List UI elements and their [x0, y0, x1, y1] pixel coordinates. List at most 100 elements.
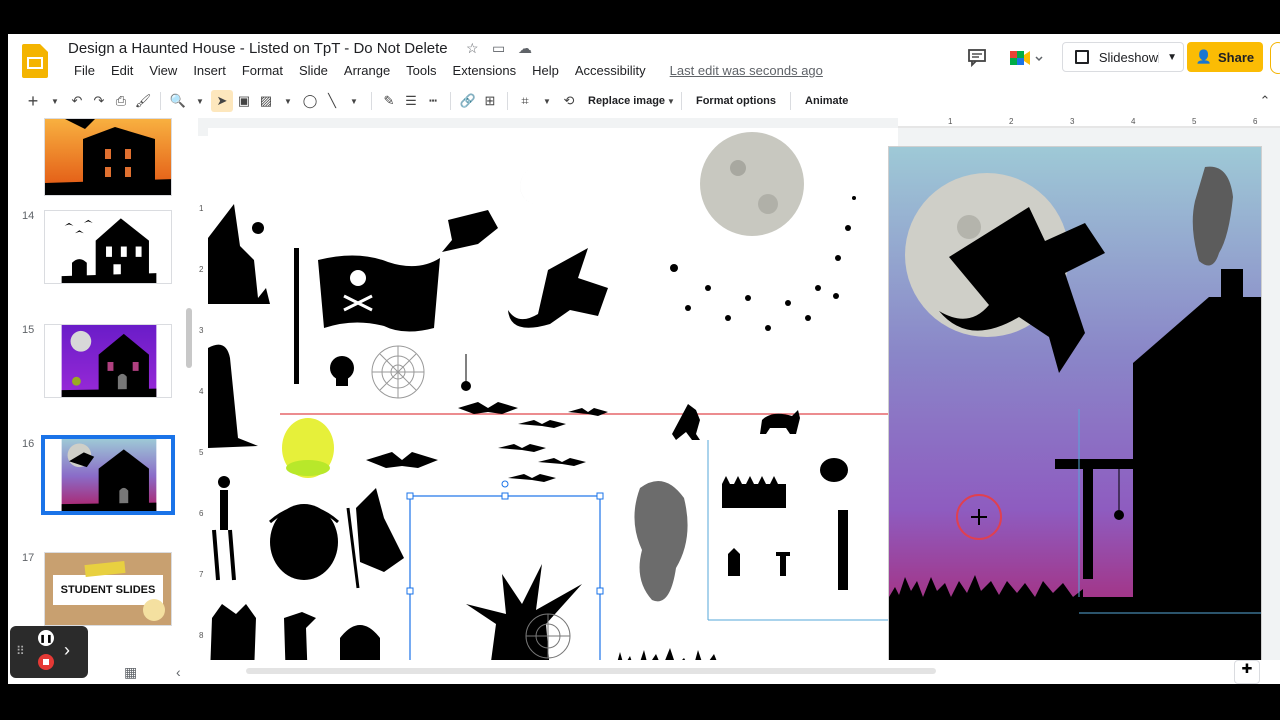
pirate-flag-silhouette[interactable]: [318, 255, 440, 332]
menu-format[interactable]: Format: [234, 64, 291, 78]
pole-silhouette[interactable]: [294, 248, 299, 384]
smoke-image[interactable]: [1192, 166, 1233, 266]
smoke-image[interactable]: [634, 480, 688, 602]
slide-thumbnail[interactable]: [44, 324, 172, 398]
cauldron-silhouette[interactable]: [269, 504, 339, 580]
undo-icon[interactable]: ↶: [66, 90, 88, 112]
print-icon[interactable]: ⎙: [110, 90, 132, 112]
wolf-silhouette[interactable]: [672, 404, 700, 440]
menu-accessibility[interactable]: Accessibility: [567, 64, 654, 78]
crop-dropdown-icon[interactable]: ▼: [536, 90, 558, 112]
pause-icon[interactable]: ❚❚: [38, 630, 54, 646]
image-dropdown-icon[interactable]: ▼: [277, 90, 299, 112]
border-dash-icon[interactable]: ┅: [422, 90, 444, 112]
spider-silhouette[interactable]: [1114, 469, 1124, 520]
link-icon[interactable]: 🔗: [457, 90, 479, 112]
vertical-ruler[interactable]: 1 2 3 4 5 6 7 8: [198, 136, 208, 684]
replace-image-chevron-icon[interactable]: ▼: [667, 97, 675, 106]
menu-arrange[interactable]: Arrange: [336, 64, 398, 78]
collapse-filmstrip-icon[interactable]: ‹: [176, 664, 181, 680]
redo-icon[interactable]: ↷: [88, 90, 110, 112]
resize-handle[interactable]: [501, 492, 509, 500]
witch-on-broom-silhouette[interactable]: [442, 168, 545, 252]
witch-silhouette[interactable]: [208, 204, 270, 304]
chevron-down-icon[interactable]: ▼: [1158, 51, 1177, 63]
fence-silhouette[interactable]: [722, 476, 786, 508]
cauldron-bubbles[interactable]: [282, 418, 334, 478]
image-icon[interactable]: ▨: [255, 90, 277, 112]
menu-slide[interactable]: Slide: [291, 64, 336, 78]
spiderweb-silhouette[interactable]: [371, 345, 425, 399]
spooky-tree-silhouette[interactable]: [406, 480, 604, 684]
resize-handle[interactable]: [406, 492, 414, 500]
stop-icon[interactable]: [38, 654, 54, 670]
pumpkin-silhouette[interactable]: [820, 458, 848, 482]
last-edit-link[interactable]: Last edit was seconds ago: [662, 64, 831, 78]
expand-arrow-icon[interactable]: ›: [64, 640, 70, 661]
horizontal-scrollbar[interactable]: [246, 668, 936, 674]
animate-button[interactable]: Animate: [797, 95, 856, 107]
slide-thumbnail-selected[interactable]: [41, 435, 175, 515]
resize-handle[interactable]: [596, 492, 604, 500]
new-slide-dropdown-icon[interactable]: ▼: [44, 90, 66, 112]
star-icon[interactable]: ☆: [466, 40, 479, 57]
horizontal-ruler[interactable]: 1 2 3 4 5 6: [898, 118, 1280, 128]
slide-thumbnail[interactable]: [44, 210, 172, 284]
moon-image[interactable]: [700, 132, 804, 236]
replace-image-button[interactable]: Replace image: [580, 95, 673, 107]
line-icon[interactable]: ╲: [321, 90, 343, 112]
menu-insert[interactable]: Insert: [185, 64, 234, 78]
drag-handle-icon[interactable]: ⠿: [16, 644, 25, 658]
line-dropdown-icon[interactable]: ▼: [343, 90, 365, 112]
shape-icon[interactable]: ◯: [299, 90, 321, 112]
resize-handle[interactable]: [596, 587, 604, 595]
document-title[interactable]: Design a Haunted House - Listed on TpT -…: [68, 40, 448, 57]
collapse-toolbar-icon[interactable]: ⌃: [1254, 90, 1276, 112]
cloud-status-icon[interactable]: ☁: [518, 40, 532, 57]
menu-edit[interactable]: Edit: [103, 64, 141, 78]
menu-view[interactable]: View: [141, 64, 185, 78]
filmstrip-scrollbar[interactable]: [186, 308, 192, 368]
explore-icon[interactable]: ✚: [1234, 660, 1260, 684]
new-slide-icon[interactable]: +: [22, 90, 44, 112]
slides-logo-icon[interactable]: [22, 44, 48, 78]
slideshow-button[interactable]: Slideshow ▼: [1062, 42, 1184, 72]
chimney-silhouette[interactable]: [728, 548, 790, 576]
comment-history-icon[interactable]: [966, 46, 988, 68]
border-weight-icon[interactable]: ☰: [400, 90, 422, 112]
post-silhouette[interactable]: [838, 510, 848, 590]
menu-file[interactable]: File: [66, 64, 103, 78]
share-button[interactable]: 👤 Share: [1187, 42, 1263, 72]
account-avatar[interactable]: [1270, 42, 1280, 74]
format-options-button[interactable]: Format options: [688, 95, 784, 107]
slide-thumbnail[interactable]: STUDENT SLIDES: [44, 552, 172, 626]
zoom-icon[interactable]: 🔍: [167, 90, 189, 112]
canvas-scrollbar[interactable]: [1270, 148, 1276, 648]
spider-silhouette[interactable]: [461, 354, 471, 391]
text-box-icon[interactable]: ▣: [233, 90, 255, 112]
grass-silhouette[interactable]: [889, 575, 1083, 666]
bat-silhouette[interactable]: [366, 452, 438, 468]
dragon-silhouette[interactable]: [508, 248, 608, 328]
zoom-dropdown-icon[interactable]: ▼: [189, 90, 211, 112]
slide-canvas[interactable]: [888, 146, 1262, 666]
menu-extensions[interactable]: Extensions: [445, 64, 525, 78]
select-icon[interactable]: ➤: [211, 90, 233, 112]
paint-format-icon[interactable]: 🖌: [132, 90, 154, 112]
reset-image-icon[interactable]: ⟲: [558, 90, 580, 112]
move-folder-icon[interactable]: ▭: [492, 40, 505, 57]
crop-icon[interactable]: ⌗: [514, 90, 536, 112]
menu-help[interactable]: Help: [524, 64, 567, 78]
skeleton-silhouette[interactable]: [212, 476, 236, 581]
reaper-silhouette[interactable]: [208, 344, 258, 448]
slide-thumbnail[interactable]: [44, 118, 172, 196]
meet-icon[interactable]: [1004, 44, 1048, 72]
grid-view-icon[interactable]: ▦: [124, 664, 137, 681]
resize-handle[interactable]: [406, 587, 414, 595]
border-color-icon[interactable]: ✎: [378, 90, 400, 112]
witch-staff-silhouette[interactable]: [346, 488, 404, 589]
add-comment-icon[interactable]: ⊞: [479, 90, 501, 112]
menu-tools[interactable]: Tools: [398, 64, 444, 78]
rotate-handle[interactable]: [501, 480, 509, 488]
skull-silhouette[interactable]: [330, 356, 354, 386]
